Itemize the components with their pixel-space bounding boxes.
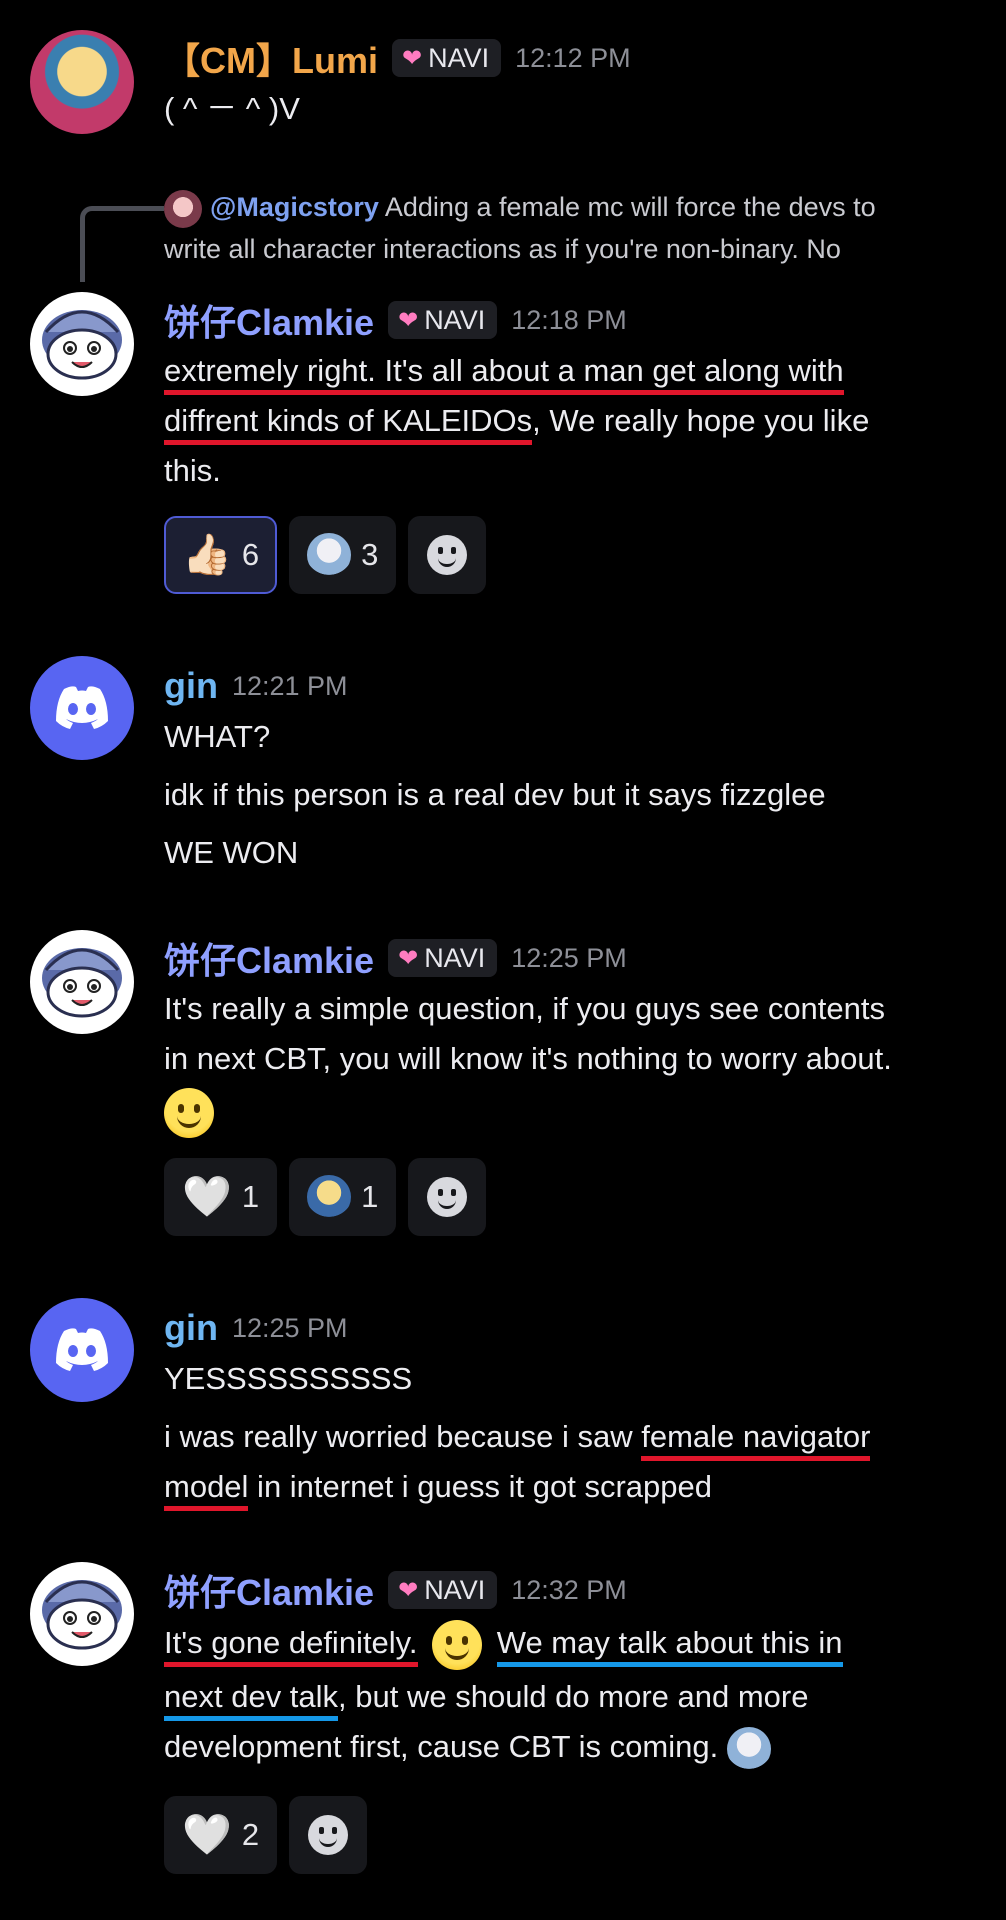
avatar-gin[interactable] bbox=[30, 1298, 134, 1402]
role-badge[interactable]: ❤ NAVI bbox=[391, 39, 502, 77]
message-text: WHAT? bbox=[164, 719, 271, 754]
discord-logo-icon bbox=[56, 1328, 108, 1371]
discord-logo-icon bbox=[56, 686, 108, 729]
reply-mention[interactable]: @Magicstory bbox=[210, 192, 379, 222]
reaction-heart[interactable]: 🤍 2 bbox=[164, 1796, 278, 1874]
author-name[interactable]: 饼仔Clamkie bbox=[164, 294, 374, 346]
message-text: this. bbox=[164, 453, 221, 488]
message-text: It's really a simple question, if you gu… bbox=[164, 991, 886, 1026]
white-heart-icon: 🤍 bbox=[182, 1813, 232, 1857]
avatar-clamkie[interactable] bbox=[30, 930, 134, 1034]
author-name[interactable]: 【CM】Lumi bbox=[164, 32, 378, 84]
chibi-sticker-icon bbox=[307, 533, 352, 577]
message-emoji-line bbox=[164, 1086, 214, 1138]
timestamp: 12:32 PM bbox=[511, 1574, 627, 1605]
message-text: in next CBT, you will know it's nothing … bbox=[164, 1041, 892, 1076]
timestamp: 12:12 PM bbox=[515, 42, 631, 73]
reply-preview[interactable]: @Magicstory Adding a female mc will forc… bbox=[164, 186, 876, 228]
reaction-heart[interactable]: 🤍 1 bbox=[164, 1158, 278, 1236]
avatar-clamkie[interactable] bbox=[30, 1562, 134, 1666]
clam-creature-icon bbox=[42, 310, 122, 380]
avatar-lumi[interactable] bbox=[30, 30, 134, 134]
reactions-bar: 🤍 1 1 bbox=[164, 1158, 487, 1236]
thumbs-up-icon: 👍🏻 bbox=[182, 533, 232, 577]
reply-connector bbox=[80, 206, 164, 282]
role-badge[interactable]: ❤ NAVI bbox=[388, 939, 498, 977]
message-text: i was really worried because i saw femal… bbox=[164, 1412, 871, 1462]
message-text: diffrent kinds of KALEIDOs, We really ho… bbox=[164, 396, 869, 446]
chibi-sticker-icon bbox=[307, 1175, 352, 1219]
message-text: It's gone definitely. We may talk about … bbox=[164, 1618, 843, 1670]
reply-text: Adding a female mc will force the devs t… bbox=[384, 192, 876, 222]
message-text: YESSSSSSSSSS bbox=[164, 1361, 413, 1396]
message-text: idk if this person is a real dev but it … bbox=[164, 777, 826, 812]
clam-creature-icon bbox=[42, 948, 122, 1018]
timestamp: 12:25 PM bbox=[511, 942, 627, 973]
add-reaction-icon bbox=[427, 535, 468, 575]
message-text: next dev talk, but we should do more and… bbox=[164, 1672, 808, 1722]
white-heart-icon: 🤍 bbox=[182, 1175, 232, 1219]
add-reaction-button[interactable] bbox=[408, 1158, 487, 1236]
timestamp: 12:25 PM bbox=[231, 1312, 348, 1343]
message-text: ( ^ － ^ )V bbox=[164, 91, 300, 126]
add-reaction-button[interactable] bbox=[289, 1796, 368, 1874]
timestamp: 12:18 PM bbox=[511, 304, 627, 335]
reply-avatar bbox=[164, 189, 202, 228]
slight-smile-emoji-icon bbox=[432, 1619, 483, 1670]
slight-smile-emoji-icon bbox=[164, 1087, 214, 1138]
reaction-chibi[interactable]: 1 bbox=[289, 1158, 397, 1236]
reaction-chibi[interactable]: 3 bbox=[289, 516, 397, 594]
pink-heart-icon: ❤ bbox=[398, 944, 419, 972]
message-text: WE WON bbox=[164, 835, 299, 870]
author-name[interactable]: gin bbox=[164, 1307, 218, 1349]
chibi-sticker-icon bbox=[726, 1726, 771, 1771]
message-text: development first, cause CBT is coming. bbox=[164, 1722, 771, 1772]
role-badge[interactable]: ❤ NAVI bbox=[388, 1571, 498, 1609]
pink-heart-icon: ❤ bbox=[401, 44, 423, 72]
message-text: model in internet i guess it got scrappe… bbox=[164, 1462, 712, 1512]
reactions-bar: 👍🏻 6 3 bbox=[164, 516, 487, 594]
reaction-thumbs-up[interactable]: 👍🏻 6 bbox=[164, 516, 278, 594]
timestamp: 12:21 PM bbox=[231, 670, 348, 701]
message-text: extremely right. It's all about a man ge… bbox=[164, 346, 844, 396]
clam-creature-icon bbox=[42, 1580, 122, 1650]
author-name[interactable]: gin bbox=[164, 665, 218, 707]
avatar-clamkie[interactable] bbox=[30, 292, 134, 396]
reactions-bar: 🤍 2 bbox=[164, 1796, 368, 1874]
pink-heart-icon: ❤ bbox=[398, 1576, 419, 1604]
avatar-gin[interactable] bbox=[30, 656, 134, 760]
add-reaction-button[interactable] bbox=[408, 516, 487, 594]
pink-heart-icon: ❤ bbox=[398, 306, 419, 334]
author-name[interactable]: 饼仔Clamkie bbox=[164, 932, 374, 984]
role-badge[interactable]: ❤ NAVI bbox=[388, 301, 498, 339]
add-reaction-icon bbox=[427, 1177, 468, 1217]
reply-text-line2: write all character interactions as if y… bbox=[164, 234, 841, 264]
add-reaction-icon bbox=[308, 1815, 349, 1855]
author-name[interactable]: 饼仔Clamkie bbox=[164, 1564, 374, 1616]
